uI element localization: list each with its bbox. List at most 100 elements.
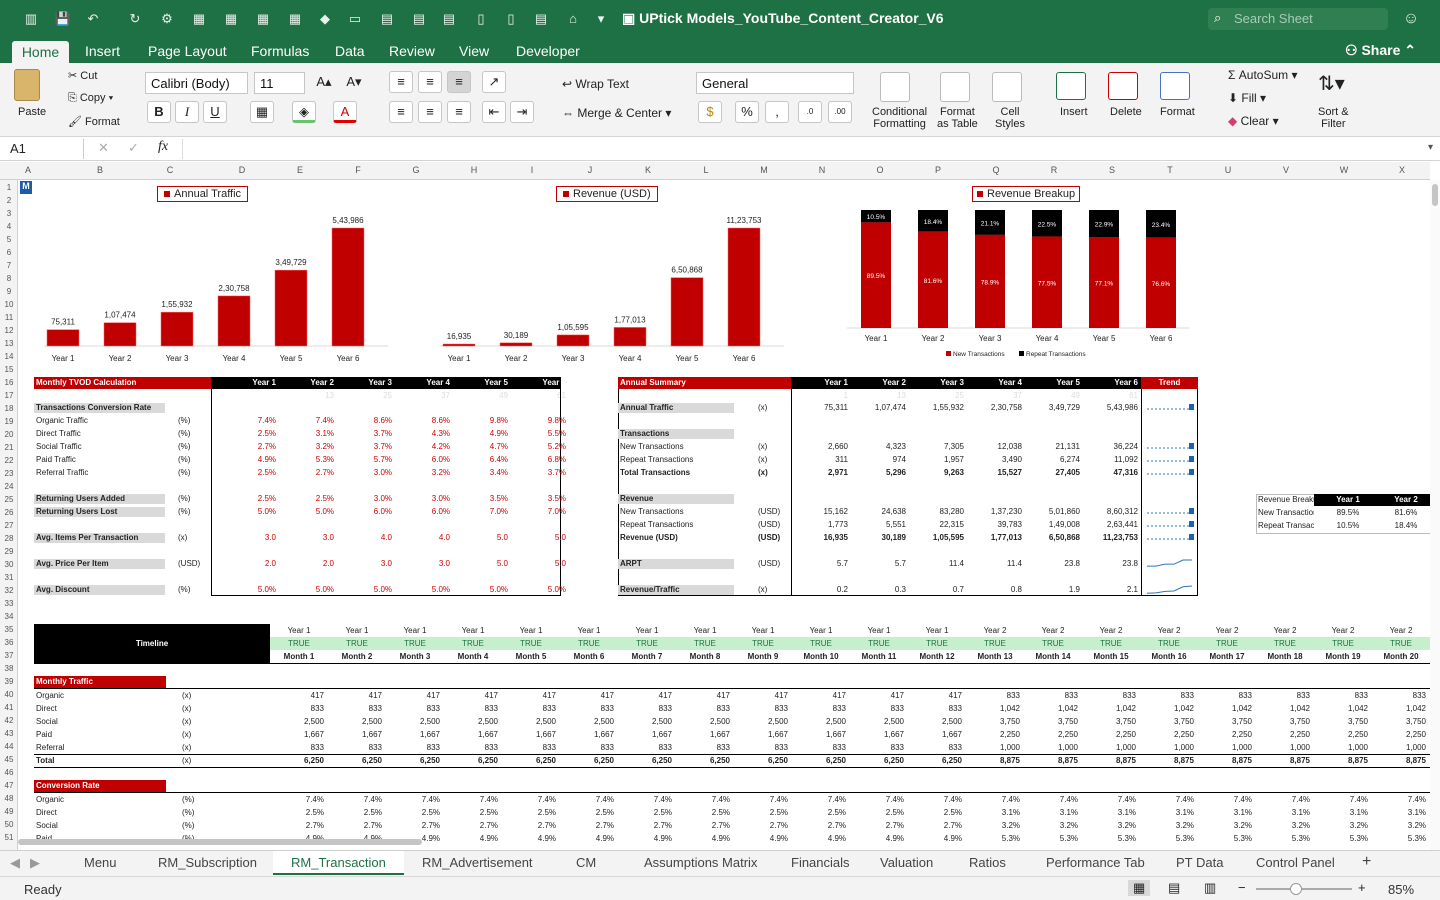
- italic-button[interactable]: I: [175, 101, 199, 123]
- vertical-scrollbar-thumb[interactable]: [1432, 184, 1438, 206]
- copy-button[interactable]: ⎘ Copy ▾: [68, 92, 113, 105]
- undo-icon[interactable]: ↶: [84, 10, 102, 28]
- sheet-tab-performance-tab[interactable]: Performance Tab: [1046, 855, 1145, 870]
- wrap-text-button[interactable]: ↩ Wrap Text: [562, 77, 629, 91]
- merge-center-button[interactable]: ⇔ Merge & Center ▾: [562, 106, 671, 120]
- toolbar-icon[interactable]: ▦: [254, 10, 272, 28]
- conditional-formatting-button[interactable]: Conditional Formatting: [872, 106, 927, 130]
- next-sheet-icon[interactable]: ▶: [30, 855, 40, 871]
- clear-button[interactable]: ◆ Clear ▾: [1228, 114, 1279, 128]
- cell-styles-button[interactable]: Cell Styles: [995, 106, 1025, 130]
- normal-view-icon[interactable]: ▦: [1128, 880, 1151, 896]
- zoom-slider-thumb[interactable]: [1290, 883, 1302, 895]
- collapse-ribbon-icon[interactable]: ⌃: [1404, 42, 1416, 58]
- toolbar-icon[interactable]: ▤: [378, 10, 396, 28]
- sheet-tab-control-panel[interactable]: Control Panel: [1256, 855, 1335, 870]
- font-color-icon[interactable]: A: [333, 101, 357, 123]
- sort-filter-button[interactable]: Sort & Filter: [1318, 106, 1349, 130]
- vertical-scrollbar-track[interactable]: [1430, 180, 1440, 850]
- zoom-out-icon[interactable]: −: [1238, 880, 1246, 895]
- delete-cells-icon[interactable]: [1108, 72, 1138, 100]
- toolbar-icon[interactable]: ▯: [502, 10, 520, 28]
- page-break-view-icon[interactable]: ▥: [1204, 880, 1216, 896]
- number-format-select[interactable]: General: [696, 72, 854, 94]
- insert-cells-button[interactable]: Insert: [1060, 106, 1088, 118]
- toolbar-icon[interactable]: ▤: [532, 10, 550, 28]
- toolbar-icon[interactable]: ▦: [286, 10, 304, 28]
- align-top-icon[interactable]: ≡: [389, 71, 413, 93]
- page-layout-view-icon[interactable]: ▤: [1168, 880, 1180, 896]
- sort-filter-icon[interactable]: ⇅▾: [1318, 71, 1345, 96]
- increase-font-icon[interactable]: A▴: [312, 72, 336, 94]
- save-icon[interactable]: 💾: [54, 10, 72, 28]
- toolbar-icon[interactable]: ▤: [440, 10, 458, 28]
- horizontal-scrollbar[interactable]: [18, 839, 422, 845]
- align-bottom-icon[interactable]: ≡: [447, 71, 471, 93]
- tab-view[interactable]: View: [459, 43, 489, 59]
- decrease-font-icon[interactable]: A▾: [342, 72, 366, 94]
- align-left-icon[interactable]: ≡: [389, 101, 413, 123]
- orientation-icon[interactable]: ↗: [482, 71, 506, 93]
- add-sheet-icon[interactable]: +: [1362, 853, 1371, 871]
- insert-function-icon[interactable]: fx: [158, 139, 168, 155]
- format-painter-button[interactable]: 🖌 Format: [68, 115, 120, 128]
- delete-cells-button[interactable]: Delete: [1110, 106, 1142, 118]
- percent-style-icon[interactable]: %: [735, 101, 759, 123]
- toolbar-icon[interactable]: ◆: [316, 10, 334, 28]
- align-right-icon[interactable]: ≡: [447, 101, 471, 123]
- cancel-icon[interactable]: ✕: [98, 140, 109, 156]
- search-input[interactable]: ⌕ Search Sheet: [1208, 8, 1388, 30]
- increase-decimal-icon[interactable]: .0: [798, 101, 822, 123]
- cut-button[interactable]: ✂ Cut: [68, 69, 97, 82]
- conditional-formatting-icon[interactable]: [880, 72, 910, 102]
- decrease-decimal-icon[interactable]: .00: [828, 101, 852, 123]
- insert-cells-icon[interactable]: [1056, 72, 1086, 100]
- sidebar-toggle-icon[interactable]: ▥: [22, 10, 40, 28]
- font-name-select[interactable]: Calibri (Body): [145, 72, 248, 94]
- bold-button[interactable]: B: [147, 101, 171, 123]
- decrease-indent-icon[interactable]: ⇤: [482, 101, 506, 123]
- confirm-icon[interactable]: ✓: [128, 140, 139, 156]
- format-as-table-button[interactable]: Format as Table: [937, 106, 978, 130]
- macro-icon[interactable]: ⚙: [158, 10, 176, 28]
- sheet-tab-cm[interactable]: CM: [576, 855, 596, 870]
- tab-review[interactable]: Review: [389, 43, 435, 59]
- paste-icon[interactable]: [14, 69, 40, 101]
- format-cells-button[interactable]: Format: [1160, 106, 1195, 118]
- align-center-icon[interactable]: ≡: [418, 101, 442, 123]
- cell-styles-icon[interactable]: [992, 72, 1022, 102]
- smiley-feedback-icon[interactable]: ☺: [1402, 10, 1420, 28]
- tab-home[interactable]: Home: [12, 41, 69, 64]
- toolbar-icon[interactable]: ▯: [472, 10, 490, 28]
- sheet-tab-rm-transaction[interactable]: RM_Transaction: [273, 851, 404, 875]
- customize-icon[interactable]: ▾: [592, 10, 610, 28]
- autosum-button[interactable]: Σ AutoSum ▾: [1228, 68, 1297, 82]
- sheet-tab-assumptions-matrix[interactable]: Assumptions Matrix: [644, 855, 757, 870]
- worksheet-grid[interactable]: M Annual Traffic Revenue (USD) Revenue B…: [18, 180, 1430, 850]
- font-size-select[interactable]: 11: [254, 72, 305, 94]
- underline-button[interactable]: U: [203, 101, 227, 123]
- sheet-tab-pt-data[interactable]: PT Data: [1176, 855, 1223, 870]
- sheet-tab-ratios[interactable]: Ratios: [969, 855, 1006, 870]
- home-icon[interactable]: ⌂: [564, 10, 582, 28]
- toolbar-icon[interactable]: ▤: [410, 10, 428, 28]
- tab-developer[interactable]: Developer: [516, 43, 580, 59]
- fill-button[interactable]: ⬇ Fill ▾: [1228, 91, 1266, 105]
- redo-icon[interactable]: ↻: [126, 10, 144, 28]
- prev-sheet-icon[interactable]: ◀: [10, 855, 20, 871]
- sheet-tab-financials[interactable]: Financials: [791, 855, 850, 870]
- zoom-slider[interactable]: [1256, 883, 1352, 895]
- sheet-tab-rm-subscription[interactable]: RM_Subscription: [158, 855, 257, 870]
- align-middle-icon[interactable]: ≡: [418, 71, 442, 93]
- zoom-in-icon[interactable]: +: [1358, 880, 1366, 895]
- sheet-tab-menu[interactable]: Menu: [84, 855, 117, 870]
- format-as-table-icon[interactable]: [940, 72, 970, 102]
- paste-label[interactable]: Paste: [18, 106, 46, 118]
- tab-formulas[interactable]: Formulas: [251, 43, 309, 59]
- format-cells-icon[interactable]: [1160, 72, 1190, 100]
- toolbar-icon[interactable]: ▦: [190, 10, 208, 28]
- expand-formula-icon[interactable]: ▾: [1428, 142, 1433, 153]
- toolbar-icon[interactable]: ▦: [222, 10, 240, 28]
- formula-input[interactable]: [182, 139, 1422, 159]
- borders-icon[interactable]: ▦: [250, 101, 274, 123]
